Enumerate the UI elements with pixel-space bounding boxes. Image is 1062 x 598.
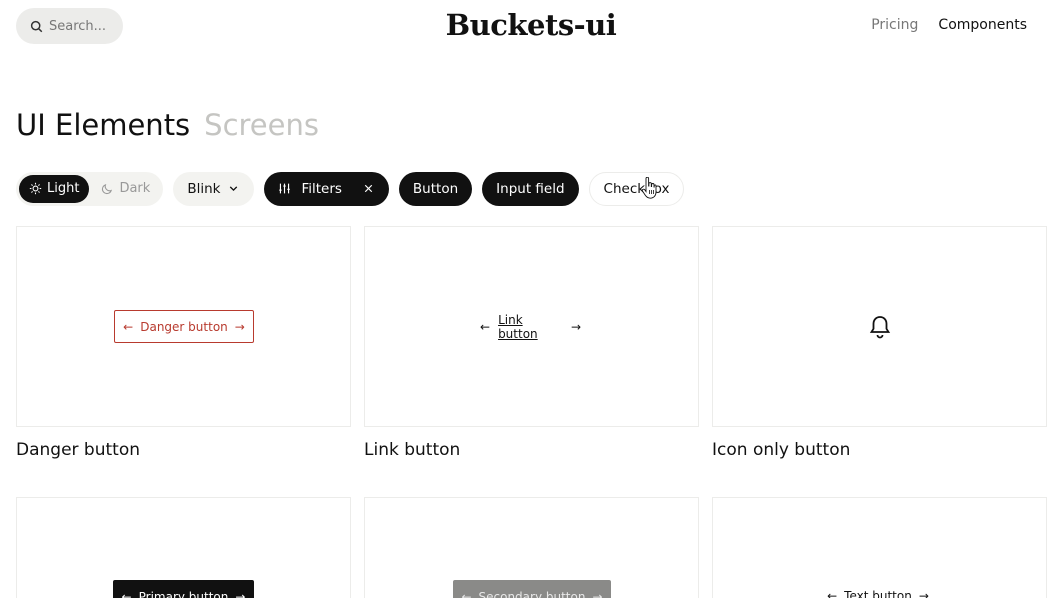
tab-ui-elements[interactable]: UI Elements [16, 108, 190, 142]
arrow-left-icon: ← [123, 319, 134, 334]
chip-checkbox[interactable]: Checkbox [588, 171, 685, 206]
sliders-icon [279, 183, 291, 194]
bell-icon[interactable] [868, 314, 892, 340]
close-icon[interactable] [362, 182, 375, 195]
card-danger-button[interactable]: ← Danger button → [16, 226, 351, 427]
card-title-link-button: Link button [364, 440, 461, 460]
page-title-switch: UI Elements Screens [16, 108, 319, 142]
theme-light-option[interactable]: Light [19, 174, 90, 203]
filters-label: Filters [301, 180, 342, 197]
card-primary-button[interactable]: ← Primary button → [16, 497, 351, 598]
card-title-icon-only-button: Icon only button [712, 440, 851, 460]
chip-input-field[interactable]: Input field [482, 171, 579, 206]
theme-toggle: Light Dark [16, 171, 164, 206]
arrow-right-icon: → [592, 590, 603, 598]
card-icon-only-button[interactable] [712, 226, 1047, 427]
arrow-right-icon: → [570, 320, 581, 334]
primary-button-preview[interactable]: ← Primary button → [113, 580, 254, 598]
card-text-button[interactable]: ← Text button → [712, 497, 1047, 598]
variant-label: Blink [187, 180, 221, 197]
text-button-preview[interactable]: ← Text button → [823, 586, 933, 598]
chevron-down-icon [230, 186, 238, 192]
arrow-right-icon: → [234, 319, 245, 334]
hand-cursor-icon [641, 177, 657, 199]
arrow-left-icon: ← [480, 320, 491, 334]
card-link-button[interactable]: ← Link button → [364, 226, 699, 427]
variant-dropdown[interactable]: Blink [173, 171, 255, 206]
top-nav: Pricing Components [871, 17, 1027, 33]
filter-bar: Light Dark Blink Filters Button Input fi… [16, 171, 685, 206]
arrow-right-icon: → [918, 589, 929, 598]
danger-button-preview[interactable]: ← Danger button → [114, 310, 254, 343]
moon-icon [102, 183, 113, 195]
arrow-left-icon: ← [121, 590, 132, 598]
filters-button[interactable]: Filters [264, 171, 389, 206]
sun-icon [29, 182, 42, 195]
theme-dark-label: Dark [119, 181, 151, 196]
theme-dark-option[interactable]: Dark [91, 175, 160, 203]
card-secondary-button[interactable]: ← Secondary button → [364, 497, 699, 598]
card-title-danger-button: Danger button [16, 440, 140, 460]
nav-pricing-link[interactable]: Pricing [871, 17, 918, 33]
nav-components-link[interactable]: Components [938, 17, 1027, 33]
arrow-left-icon: ← [461, 590, 472, 598]
link-button-preview[interactable]: ← Link button → [480, 313, 581, 341]
tab-screens[interactable]: Screens [204, 108, 319, 142]
theme-light-label: Light [47, 181, 80, 196]
secondary-button-preview[interactable]: ← Secondary button → [453, 580, 611, 598]
chip-button[interactable]: Button [398, 171, 473, 206]
arrow-left-icon: ← [827, 589, 838, 598]
arrow-right-icon: → [235, 590, 246, 598]
